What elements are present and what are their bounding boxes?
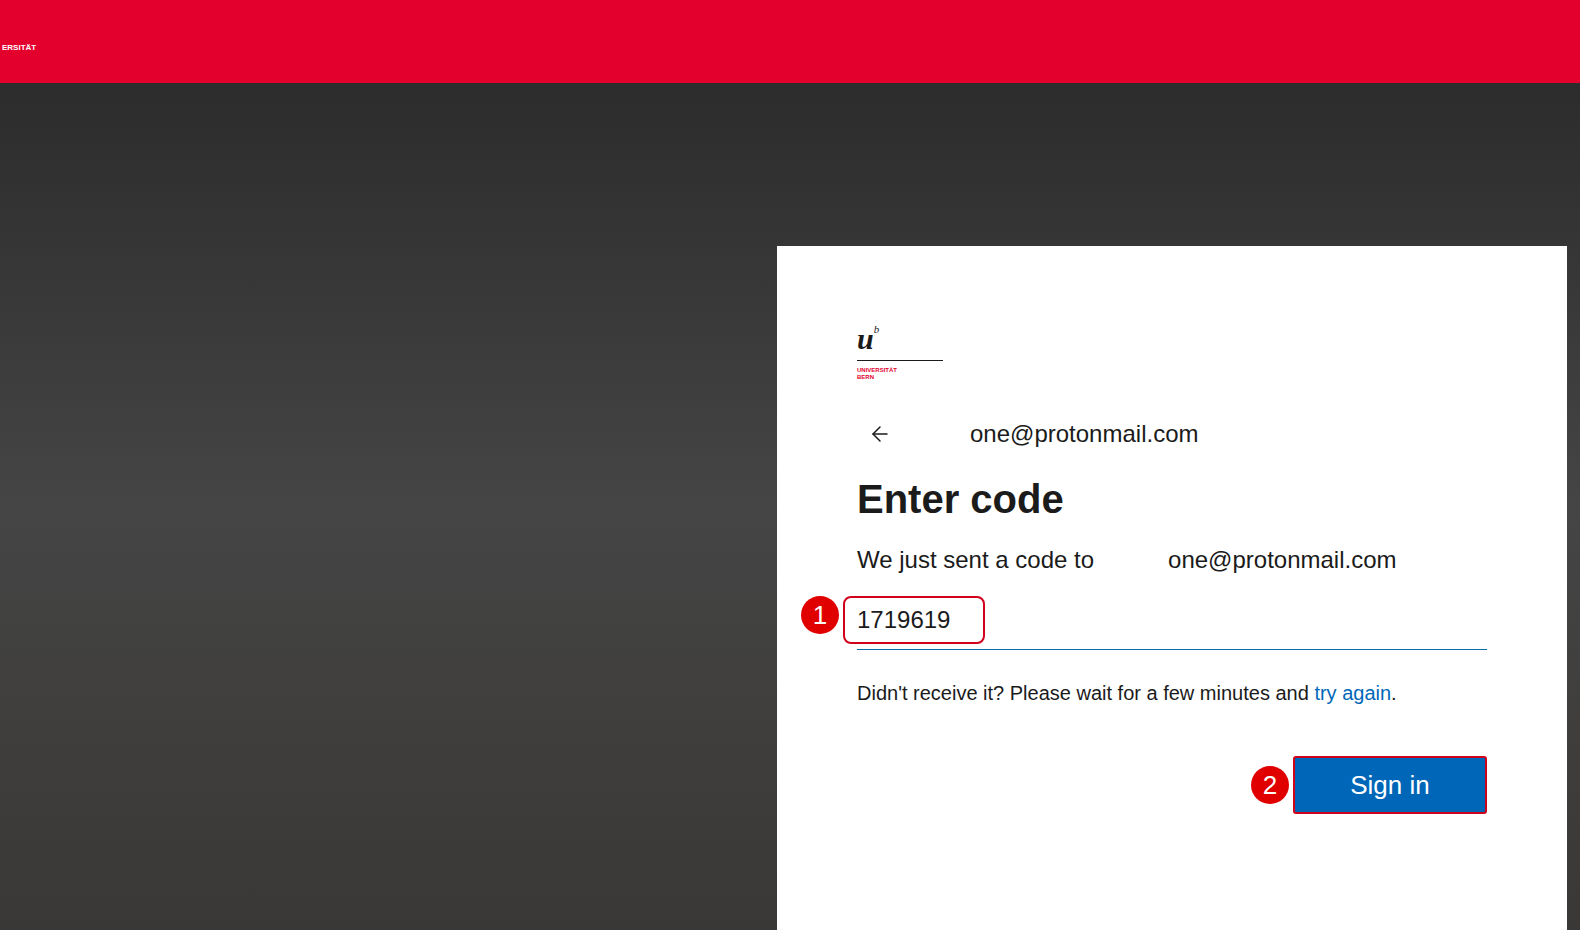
annotation-badge: 1 <box>801 596 839 634</box>
button-row: 2Sign in <box>857 756 1487 814</box>
sign-in-button[interactable]: Sign in <box>1293 756 1487 814</box>
arrow-left-icon <box>868 422 892 446</box>
university-logo: ubUNIVERSITÄTBERN <box>857 324 943 380</box>
sign-in-card: ubUNIVERSITÄTBERN one@protonmail.com Enter… <box>777 246 1567 930</box>
code-field: 1 <box>857 590 1487 650</box>
app: ERSITÄT ubUNIVERSITÄTBERN one@protonmail.c… <box>0 0 1580 930</box>
account-row: one@protonmail.com <box>857 416 1487 452</box>
title: Enter code <box>857 474 1487 524</box>
background-photo: ubUNIVERSITÄTBERN one@protonmail.com Enter… <box>0 83 1580 930</box>
annotation-badge: 2 <box>1251 766 1289 804</box>
top-bar: ERSITÄT <box>0 0 1580 83</box>
message: We just sent a code toone@protonmail.com <box>857 542 1487 578</box>
header-logo: ERSITÄT <box>2 44 36 52</box>
code-annotation-box <box>843 596 985 644</box>
code-input[interactable] <box>857 602 971 638</box>
back-button[interactable] <box>866 420 894 448</box>
try-again-link[interactable]: try again <box>1314 682 1391 704</box>
help-text: Didn't receive it? Please wait for a few… <box>857 678 1487 708</box>
account-email: one@protonmail.com <box>970 416 1198 452</box>
